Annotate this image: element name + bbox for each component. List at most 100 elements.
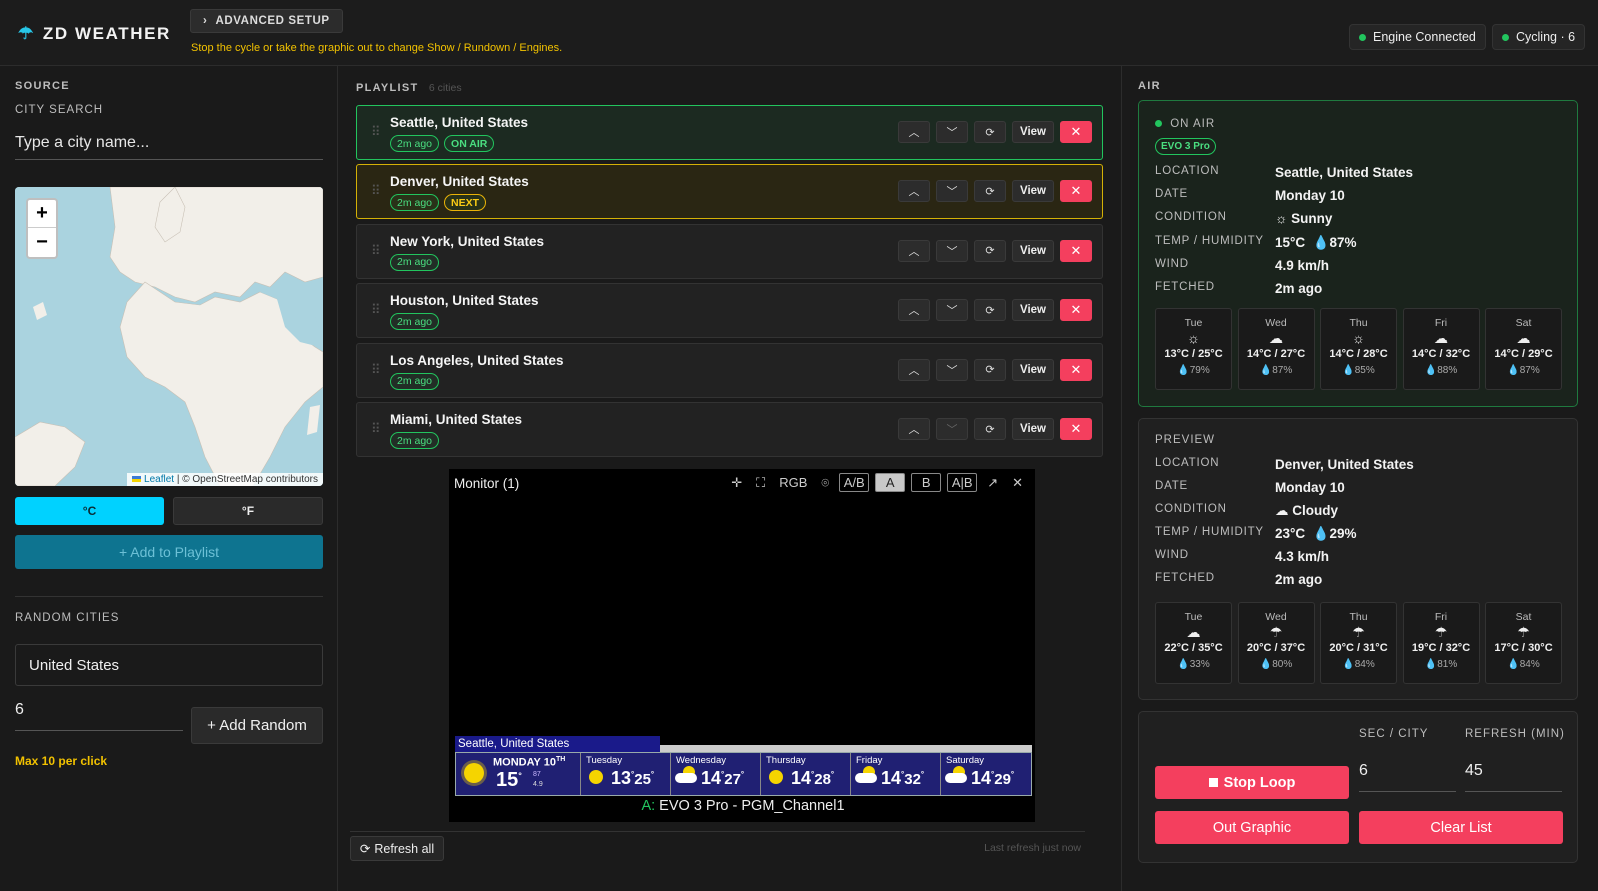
random-country-select[interactable]: United States bbox=[15, 644, 323, 686]
a-split-b-toggle[interactable]: A|B bbox=[947, 473, 978, 492]
move-down-button[interactable]: ﹀ bbox=[936, 121, 968, 143]
forecast-temps: 14°C / 28°C bbox=[1329, 348, 1388, 360]
zoom-out-button[interactable]: − bbox=[28, 228, 56, 256]
playlist-row-actions: ︿ ﹀ ⟳ View ✕ bbox=[898, 358, 1092, 381]
playlist-row[interactable]: ⠿ Los Angeles, United States 2m ago ︿ ﹀ … bbox=[356, 342, 1103, 398]
drag-handle-icon[interactable]: ⠿ bbox=[371, 362, 380, 378]
safe-area-icon[interactable]: ⛶ bbox=[752, 473, 769, 492]
refresh-row-button[interactable]: ⟳ bbox=[974, 418, 1006, 440]
droplet-icon: 💧 bbox=[1424, 365, 1438, 376]
move-down-button[interactable]: ﹀ bbox=[936, 239, 968, 262]
drag-handle-icon[interactable]: ⠿ bbox=[371, 243, 380, 259]
osm-attribution[interactable]: | © OpenStreetMap contributors bbox=[177, 474, 318, 485]
add-random-button[interactable]: + Add Random bbox=[191, 707, 323, 744]
view-button[interactable]: View bbox=[1012, 180, 1054, 203]
zoom-in-button[interactable]: + bbox=[28, 200, 56, 228]
playlist-row[interactable]: ⠿ Seattle, United States 2m ago ON AIR ︿ … bbox=[356, 105, 1103, 160]
remove-button[interactable]: ✕ bbox=[1060, 358, 1092, 381]
playlist-city-name: New York, United States bbox=[390, 233, 545, 249]
a-toggle[interactable]: A bbox=[875, 473, 906, 492]
playlist-panel: PLAYLIST 6 cities ⠿ Seattle, United Stat… bbox=[338, 66, 1122, 891]
refresh-row-button[interactable]: ⟳ bbox=[974, 239, 1006, 262]
stop-loop-button[interactable]: Stop Loop bbox=[1155, 766, 1349, 799]
add-to-playlist-button[interactable]: + Add to Playlist bbox=[15, 535, 323, 569]
move-up-button[interactable]: ︿ bbox=[898, 418, 930, 440]
move-up-button[interactable]: ︿ bbox=[898, 121, 930, 143]
move-up-button[interactable]: ︿ bbox=[898, 239, 930, 262]
close-icon[interactable]: ✕ bbox=[1008, 473, 1027, 492]
cycling-status-text: Cycling · 6 bbox=[1516, 30, 1576, 44]
refresh-row-button[interactable]: ⟳ bbox=[974, 358, 1006, 381]
ticker-day: Wednesday 14°27° bbox=[671, 753, 761, 795]
playlist-city-name: Denver, United States bbox=[390, 174, 529, 190]
playlist-row[interactable]: ⠿ Miami, United States 2m ago ︿ ﹀ ⟳ View… bbox=[356, 402, 1103, 457]
remove-button[interactable]: ✕ bbox=[1060, 180, 1092, 203]
move-down-button[interactable]: ﹀ bbox=[936, 299, 968, 322]
move-down-button[interactable]: ﹀ bbox=[936, 358, 968, 381]
drag-handle-icon[interactable]: ⠿ bbox=[371, 421, 380, 437]
preview-fetched: 2m ago bbox=[1275, 572, 1323, 587]
move-down-button[interactable]: ﹀ bbox=[936, 180, 968, 203]
air-temp-humidity: 15°C 💧87% bbox=[1275, 235, 1357, 251]
playlist-row[interactable]: ⠿ New York, United States 2m ago ︿ ﹀ ⟳ V… bbox=[356, 223, 1103, 279]
ab-toggle[interactable]: A/B bbox=[839, 473, 870, 492]
playlist-tags: 2m ago ON AIR bbox=[390, 135, 495, 152]
map[interactable]: + − Leaflet | © OpenStreetMap contributo… bbox=[15, 187, 323, 486]
clear-list-button[interactable]: Clear List bbox=[1359, 811, 1563, 844]
forecast-day: Tue bbox=[1184, 611, 1203, 623]
fahrenheit-button[interactable]: °F bbox=[173, 497, 323, 525]
refresh-row-button[interactable]: ⟳ bbox=[974, 121, 1006, 143]
close-icon: ✕ bbox=[1070, 183, 1082, 199]
playlist-title: PLAYLIST bbox=[356, 82, 419, 94]
move-down-button[interactable]: ﹀ bbox=[936, 418, 968, 440]
remove-button[interactable]: ✕ bbox=[1060, 239, 1092, 262]
popout-icon[interactable]: ↗ bbox=[983, 473, 1002, 492]
city-search-input[interactable] bbox=[15, 126, 323, 160]
refresh-all-button[interactable]: ⟳ Refresh all bbox=[350, 836, 444, 861]
view-button[interactable]: View bbox=[1012, 239, 1054, 262]
playlist-row[interactable]: ⠿ Houston, United States 2m ago ︿ ﹀ ⟳ Vi… bbox=[356, 283, 1103, 339]
remove-button[interactable]: ✕ bbox=[1060, 299, 1092, 322]
cloud-icon: ☁ bbox=[1275, 503, 1289, 518]
ticker-day-name: Thursday bbox=[766, 755, 806, 766]
crosshair-icon[interactable]: ✛ bbox=[727, 473, 746, 492]
move-up-button[interactable]: ︿ bbox=[898, 358, 930, 381]
move-up-button[interactable]: ︿ bbox=[898, 299, 930, 322]
chevron-down-icon: ﹀ bbox=[946, 424, 958, 436]
drag-handle-icon[interactable]: ⠿ bbox=[371, 183, 380, 199]
ticker-low: 14 bbox=[971, 768, 992, 788]
refresh-row-button[interactable]: ⟳ bbox=[974, 180, 1006, 203]
celsius-button[interactable]: °C bbox=[15, 497, 164, 525]
remove-button[interactable]: ✕ bbox=[1060, 121, 1092, 143]
advanced-setup-button[interactable]: › ADVANCED SETUP bbox=[190, 9, 343, 33]
view-button[interactable]: View bbox=[1012, 418, 1054, 440]
rgb-toggle[interactable]: RGB bbox=[775, 473, 811, 492]
focus-icon[interactable]: ⌾ bbox=[817, 473, 833, 492]
playlist-row[interactable]: ⠿ Denver, United States 2m ago NEXT ︿ ﹀ ⟳… bbox=[356, 164, 1103, 220]
refresh-min-input[interactable]: 45 bbox=[1465, 756, 1562, 792]
forecast-day: Sat bbox=[1515, 317, 1532, 329]
ticker-day-name: Wednesday bbox=[676, 755, 726, 766]
view-button[interactable]: View bbox=[1012, 121, 1054, 143]
chevron-down-icon: ﹀ bbox=[946, 186, 958, 199]
forecast-day-card: Fri ☂ 19°C / 32°C 💧81% bbox=[1402, 602, 1480, 684]
refresh-row-button[interactable]: ⟳ bbox=[974, 299, 1006, 322]
move-up-button[interactable]: ︿ bbox=[898, 180, 930, 203]
forecast-icon: ☁ bbox=[1156, 624, 1231, 642]
view-button[interactable]: View bbox=[1012, 299, 1054, 322]
forecast-temps: 19°C / 32°C bbox=[1411, 642, 1471, 654]
drag-handle-icon[interactable]: ⠿ bbox=[371, 302, 380, 318]
air-date: Monday 10 bbox=[1275, 188, 1345, 203]
leaflet-link[interactable]: Leaflet bbox=[144, 474, 174, 485]
forecast-icon: ☁ bbox=[1486, 330, 1561, 348]
forecast-humidity-value: 84% bbox=[1354, 659, 1375, 670]
forecast-humidity-value: 84% bbox=[1519, 659, 1540, 670]
view-button[interactable]: View bbox=[1012, 358, 1054, 381]
remove-button[interactable]: ✕ bbox=[1060, 418, 1092, 440]
drag-handle-icon[interactable]: ⠿ bbox=[371, 124, 380, 140]
sec-city-input[interactable]: 6 bbox=[1359, 756, 1456, 792]
random-count-input[interactable]: 6 bbox=[15, 695, 183, 731]
preview-humidity: 29% bbox=[1329, 526, 1357, 541]
out-graphic-button[interactable]: Out Graphic bbox=[1155, 811, 1349, 844]
b-toggle[interactable]: B bbox=[911, 473, 942, 492]
